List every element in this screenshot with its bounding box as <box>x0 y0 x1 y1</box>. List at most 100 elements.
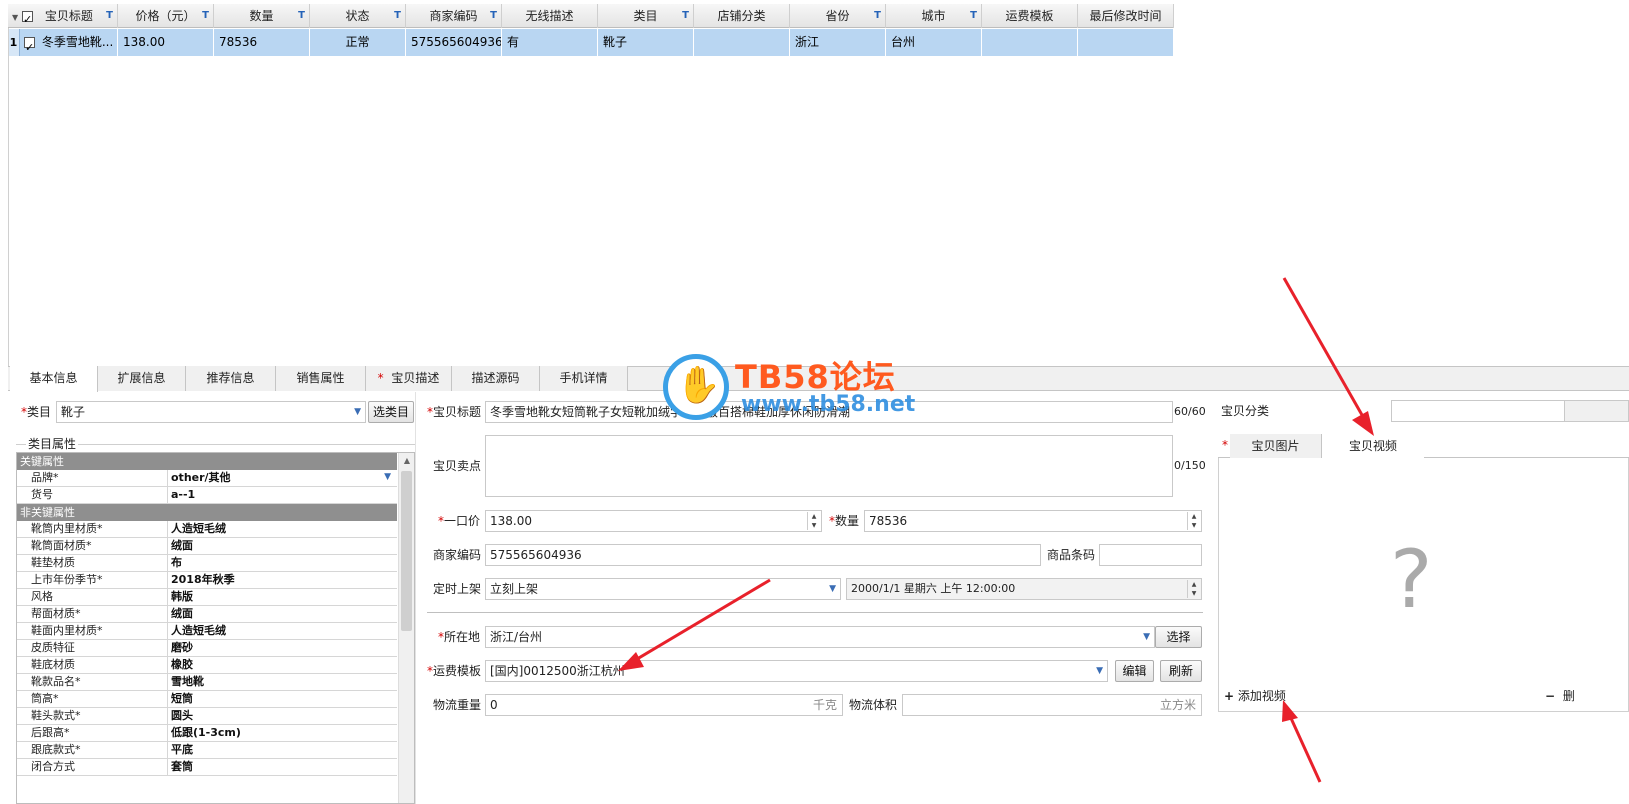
location-dropdown[interactable]: 浙江/台州 ▼ <box>485 626 1155 648</box>
attr-row[interactable]: 鞋底材质 橡胶 <box>17 657 397 674</box>
attr-scrollbar[interactable]: ▲ <box>398 453 414 803</box>
attr-value[interactable]: 雪地靴 <box>171 674 204 690</box>
attr-row[interactable]: 风格 韩版 <box>17 589 397 606</box>
attr-value[interactable]: 韩版 <box>171 589 193 605</box>
table-row[interactable]: 冬季雪地靴... 138.00 78536 正常 575565604936 有 … <box>8 29 1174 56</box>
cell-qty[interactable]: 78536 <box>214 29 310 56</box>
attr-value[interactable]: 绒面 <box>171 606 193 622</box>
cell-city[interactable]: 台州 <box>886 29 982 56</box>
attr-value[interactable]: 布 <box>171 555 182 571</box>
shop-category-button[interactable] <box>1565 400 1629 422</box>
column-header-province[interactable]: 省份 T <box>790 4 886 28</box>
column-header-code[interactable]: 商家编码 T <box>406 4 502 28</box>
spinner-icon[interactable]: ▲ ▼ <box>807 512 820 530</box>
attr-row[interactable]: 靴筒内里材质* 人造短毛绒 <box>17 521 397 538</box>
add-video-button[interactable]: + 添加视频 <box>1224 687 1286 705</box>
freight-edit-button[interactable]: 编辑 <box>1115 660 1154 682</box>
tab-extended-info[interactable]: 扩展信息 <box>98 366 186 391</box>
cell-status[interactable]: 正常 <box>310 29 406 56</box>
attr-value[interactable]: 圆头 <box>171 708 193 724</box>
chevron-down-icon[interactable]: ▼ <box>384 472 391 482</box>
schedule-dropdown[interactable]: 立刻上架 ▼ <box>485 578 841 600</box>
attr-row[interactable]: 品牌* other/其他 ▼ <box>17 470 397 487</box>
attr-value[interactable]: 人造短毛绒 <box>171 521 226 537</box>
column-header-price[interactable]: 价格（元） T <box>118 4 214 28</box>
attr-value[interactable]: 人造短毛绒 <box>171 623 226 639</box>
cell-province[interactable]: 浙江 <box>790 29 886 56</box>
filter-icon[interactable]: T <box>682 4 689 28</box>
tab-basic-info[interactable]: 基本信息 <box>10 366 98 392</box>
cell-modified[interactable] <box>1078 29 1174 56</box>
column-header-shop-category[interactable]: 店铺分类 <box>694 4 790 28</box>
attr-row[interactable]: 鞋垫材质 布 <box>17 555 397 572</box>
cell-shop-category[interactable] <box>694 29 790 56</box>
freight-dropdown[interactable]: [国内]0012500浙江杭州 ▼ <box>485 660 1108 682</box>
attr-row[interactable]: 筒高* 短筒 <box>17 691 397 708</box>
attr-value[interactable]: 套筒 <box>171 759 193 775</box>
column-header-city[interactable]: 城市 T <box>886 4 982 28</box>
filter-icon[interactable]: T <box>202 4 209 28</box>
filter-icon[interactable]: T <box>874 4 881 28</box>
cell-title[interactable]: 冬季雪地靴... <box>8 29 118 56</box>
cell-code[interactable]: 575565604936 <box>406 29 502 56</box>
category-dropdown[interactable]: 靴子 ▼ <box>56 401 366 423</box>
tab-item-images[interactable]: 宝贝图片 <box>1230 434 1322 458</box>
tab-mobile-detail[interactable]: 手机详情 <box>540 366 628 391</box>
select-category-button[interactable]: 选类目 <box>368 401 414 423</box>
filter-icon[interactable]: T <box>490 4 497 28</box>
cell-mobile-desc[interactable]: 有 <box>502 29 598 56</box>
column-header-modified[interactable]: 最后修改时间 <box>1078 4 1174 28</box>
barcode-input[interactable] <box>1099 544 1202 566</box>
attr-value[interactable]: 绒面 <box>171 538 193 554</box>
attr-row[interactable]: 鞋面内里材质* 人造短毛绒 <box>17 623 397 640</box>
column-header-qty[interactable]: 数量 T <box>214 4 310 28</box>
attr-value[interactable]: other/其他 <box>171 470 231 486</box>
attr-value[interactable]: 短筒 <box>171 691 193 707</box>
spinner-icon[interactable]: ▲ ▼ <box>1187 580 1200 598</box>
attr-row[interactable]: 皮质特征 磨砂 <box>17 640 397 657</box>
column-header-status[interactable]: 状态 T <box>310 4 406 28</box>
column-header-title[interactable]: 宝贝标题 <box>45 9 93 23</box>
freight-refresh-button[interactable]: 刷新 <box>1160 660 1202 682</box>
attr-value[interactable]: 平底 <box>171 742 193 758</box>
column-header-mobile-desc[interactable]: 无线描述 <box>502 4 598 28</box>
cell-price[interactable]: 138.00 <box>118 29 214 56</box>
filter-icon[interactable]: T <box>970 4 977 28</box>
attr-value[interactable]: 磨砂 <box>171 640 193 656</box>
delete-video-button[interactable]: − 删 <box>1545 687 1575 705</box>
tab-description[interactable]: * 宝贝描述 <box>366 366 452 391</box>
tab-recommend-info[interactable]: 推荐信息 <box>186 366 276 391</box>
chevron-down-icon[interactable]: ▼ <box>12 13 18 22</box>
tab-item-video[interactable]: 宝贝视频 <box>1322 434 1424 459</box>
attr-row[interactable]: 后跟高* 低跟(1-3cm) <box>17 725 397 742</box>
attr-row[interactable]: 闭合方式 套筒 <box>17 759 397 776</box>
weight-input[interactable]: 0 千克 <box>485 694 843 716</box>
selling-point-textarea[interactable] <box>485 435 1173 497</box>
attr-row[interactable]: 鞋头款式* 圆头 <box>17 708 397 725</box>
attribute-table[interactable]: 关键属性 品牌* other/其他 ▼ 货号 a--1 非关键属性 靴筒内里材质* 人造短… <box>16 452 415 804</box>
tab-desc-source[interactable]: 描述源码 <box>452 366 540 391</box>
location-select-button[interactable]: 选择 <box>1155 626 1202 648</box>
attr-row[interactable]: 跟底款式* 平底 <box>17 742 397 759</box>
price-stepper[interactable]: 138.00 ▲ ▼ <box>485 510 822 532</box>
attr-row[interactable]: 帮面材质* 绒面 <box>17 606 397 623</box>
attr-value[interactable]: 2018年秋季 <box>171 572 235 588</box>
attr-row[interactable]: 靴筒面材质* 绒面 <box>17 538 397 555</box>
attr-value[interactable]: 橡胶 <box>171 657 193 673</box>
column-header-category[interactable]: 类目 T <box>598 4 694 28</box>
row-checkbox[interactable] <box>24 34 35 56</box>
qty-stepper[interactable]: 78536 ▲ ▼ <box>864 510 1202 532</box>
attr-value[interactable]: a--1 <box>171 487 195 503</box>
grid-select-all-cell[interactable]: ▼ 宝贝标题 T <box>8 4 118 32</box>
shop-category-input[interactable] <box>1391 400 1565 422</box>
scroll-thumb[interactable] <box>401 471 412 631</box>
select-all-checkbox[interactable] <box>21 8 33 32</box>
cell-freight[interactable] <box>982 29 1078 56</box>
attr-value[interactable]: 低跟(1-3cm) <box>171 725 241 741</box>
filter-icon[interactable]: T <box>394 4 401 28</box>
cell-category[interactable]: 靴子 <box>598 29 694 56</box>
spinner-icon[interactable]: ▲ ▼ <box>1187 512 1200 530</box>
filter-icon[interactable]: T <box>298 4 305 28</box>
attr-row[interactable]: 货号 a--1 <box>17 487 397 504</box>
filter-icon[interactable]: T <box>106 4 113 28</box>
